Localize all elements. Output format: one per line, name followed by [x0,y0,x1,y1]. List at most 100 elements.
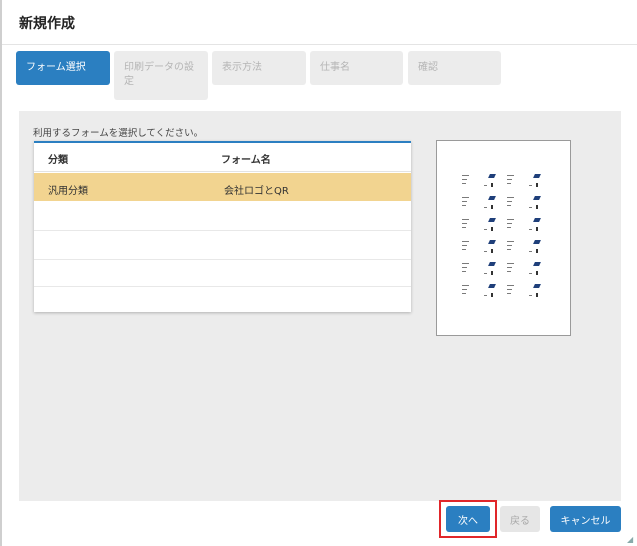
text-line-mark [529,207,532,208]
text-line-mark [484,295,487,296]
text-line-mark [507,175,514,176]
preview-card [506,262,548,280]
text-line-mark [507,227,511,228]
next-button[interactable]: 次へ [446,506,490,532]
text-line-mark [462,219,469,220]
company-logo-mark [533,218,541,222]
empty-table-row [34,202,411,231]
step-label: 印刷データの設定 [124,62,194,87]
qr-code-mark [491,271,493,275]
text-line-mark [529,251,532,252]
back-button[interactable]: 戻る [500,506,540,532]
qr-code-mark [491,183,493,187]
resize-grip-icon[interactable]: ◢ [627,536,635,544]
text-line-mark [507,223,512,224]
qr-code-mark [536,271,538,275]
text-line-mark [507,267,512,268]
qr-code-mark [491,227,493,231]
window-edge [0,0,2,546]
preview-card [506,196,548,214]
cell-form-name: 会社ロゴとQR [224,186,289,197]
preview-card [461,174,503,192]
text-line-mark [507,245,512,246]
text-line-mark [462,241,469,242]
preview-card [461,196,503,214]
step-form-select[interactable]: フォーム選択 [16,51,110,85]
text-line-mark [529,229,532,230]
preview-card [506,218,548,236]
table-row[interactable]: 汎用分類 会社ロゴとQR [34,173,411,201]
preview-card [506,174,548,192]
qr-code-mark [491,205,493,209]
text-line-mark [484,207,487,208]
empty-table-row [34,231,411,260]
text-line-mark [507,263,514,264]
empty-table-row [34,258,411,287]
text-line-mark [507,241,514,242]
text-line-mark [529,295,532,296]
dialog-title: 新規作成 [19,16,75,32]
empty-table-row [34,285,411,313]
step-label: 確認 [418,62,438,73]
step-print-data-settings[interactable]: 印刷データの設定 [114,51,208,100]
text-line-mark [462,249,466,250]
form-list-table: 分類 フォーム名 汎用分類 会社ロゴとQR [34,141,411,312]
text-line-mark [529,273,532,274]
qr-code-mark [491,249,493,253]
text-line-mark [462,197,469,198]
text-line-mark [484,185,487,186]
text-line-mark [462,183,466,184]
text-line-mark [507,289,512,290]
preview-card [461,218,503,236]
company-logo-mark [533,240,541,244]
text-line-mark [462,263,469,264]
step-label: 表示方法 [222,62,262,73]
step-display-method[interactable]: 表示方法 [212,51,306,85]
step-confirm[interactable]: 確認 [408,51,501,85]
company-logo-mark [533,196,541,200]
preview-card [461,284,503,302]
text-line-mark [462,271,466,272]
text-line-mark [507,201,512,202]
step-job-name[interactable]: 仕事名 [310,51,403,85]
column-header-category[interactable]: 分類 [48,151,68,166]
text-line-mark [462,223,467,224]
step-label: 仕事名 [320,62,350,73]
qr-code-mark [536,293,538,297]
company-logo-mark [533,262,541,266]
text-line-mark [507,197,514,198]
preview-card [506,240,548,258]
form-preview-thumbnail [436,140,571,336]
cell-category: 汎用分類 [48,186,88,197]
text-line-mark [462,205,466,206]
qr-code-mark [491,293,493,297]
qr-code-mark [536,249,538,253]
company-logo-mark [488,262,496,266]
text-line-mark [462,175,469,176]
column-header-form-name[interactable]: フォーム名 [221,151,271,166]
company-logo-mark [488,240,496,244]
text-line-mark [529,185,532,186]
text-line-mark [462,267,467,268]
company-logo-mark [488,284,496,288]
text-line-mark [462,285,469,286]
text-line-mark [507,179,512,180]
company-logo-mark [488,196,496,200]
step-label: フォーム選択 [26,62,86,73]
new-creation-dialog: 新規作成 フォーム選択 印刷データの設定 表示方法 仕事名 確認 利用するフォー… [0,0,637,546]
text-line-mark [484,251,487,252]
text-line-mark [507,183,511,184]
company-logo-mark [533,174,541,178]
text-line-mark [507,285,514,286]
cancel-button[interactable]: キャンセル [550,506,621,532]
text-line-mark [507,205,511,206]
preview-card [461,262,503,280]
qr-code-mark [536,205,538,209]
text-line-mark [462,245,467,246]
text-line-mark [507,219,514,220]
text-line-mark [507,293,511,294]
preview-card [461,240,503,258]
company-logo-mark [533,284,541,288]
text-line-mark [507,249,511,250]
text-line-mark [462,179,467,180]
